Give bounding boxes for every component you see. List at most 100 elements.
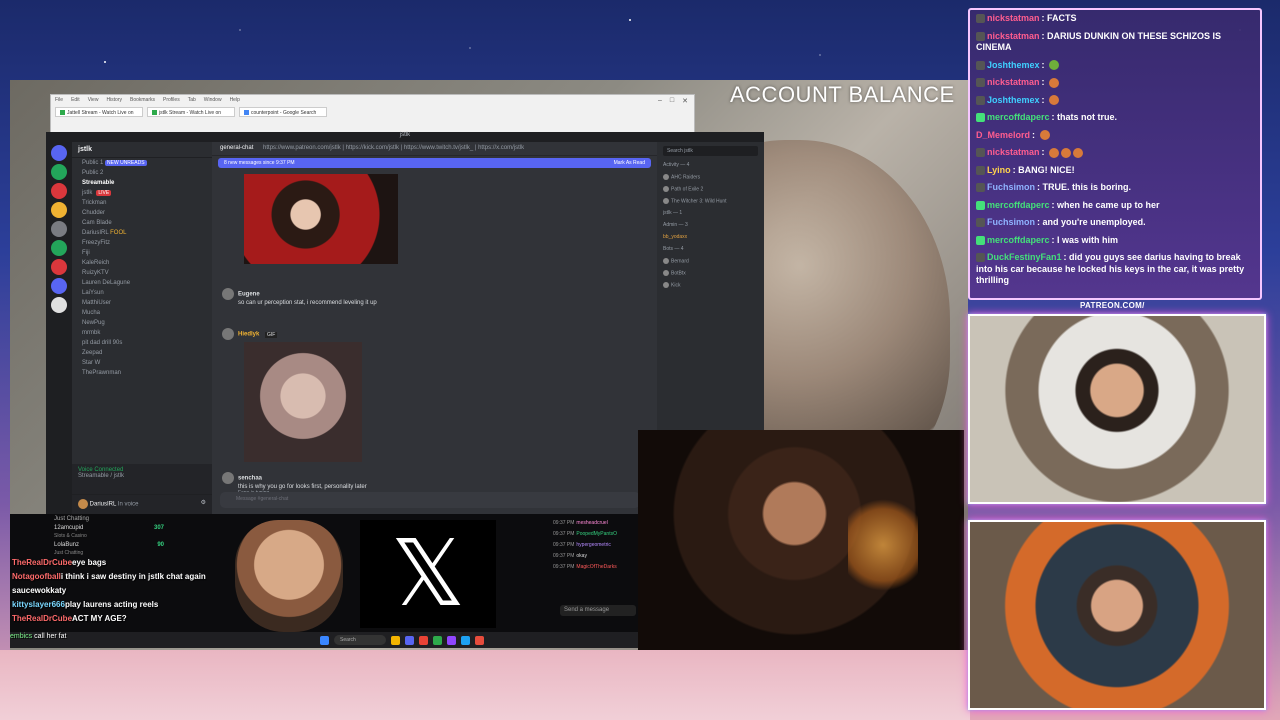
menu-item[interactable]: Edit	[71, 97, 80, 103]
new-unreads-badge[interactable]: NEW UNREADS	[105, 160, 147, 166]
sub-badge-icon	[976, 113, 985, 123]
kick-icon[interactable]	[433, 635, 442, 645]
chat-user: Notagoofball	[12, 572, 61, 581]
bottom-chat-line: embics call her fat	[10, 633, 66, 640]
voice-user[interactable]: jstlk LIVE	[72, 188, 212, 198]
app-icon[interactable]	[475, 635, 484, 645]
menu-item[interactable]: Bookmarks	[130, 97, 155, 103]
x-logo-icon: 𝕏	[360, 520, 496, 628]
minimize-icon[interactable]: –	[658, 97, 662, 105]
voice-user[interactable]: Trickman	[72, 198, 212, 208]
voice-user[interactable]: Chudder	[72, 208, 212, 218]
browser-tab[interactable]: counterpoint - Google Search	[239, 107, 327, 117]
channel-item[interactable]: Streamable	[72, 178, 212, 188]
stream-chat-line: TheRealDrCubeACT MY AGE?	[12, 614, 342, 628]
close-icon[interactable]: ✕	[682, 97, 688, 105]
voice-user[interactable]: KaleReich	[72, 258, 212, 268]
voice-user[interactable]: pit dad drill 90s	[72, 338, 212, 348]
member-section: Bots — 4	[663, 246, 684, 252]
avatar[interactable]	[78, 499, 88, 509]
chat-gif[interactable]	[244, 342, 362, 462]
sub-badge-icon	[976, 95, 985, 105]
chat-area: general-chat https://www.patreon.com/jst…	[212, 142, 657, 514]
server-icon[interactable]	[51, 240, 67, 256]
taskbar-search[interactable]: Search	[334, 635, 386, 645]
search-input[interactable]: Search jstlk	[663, 146, 758, 156]
server-icon[interactable]	[51, 221, 67, 237]
menu-item[interactable]: Profiles	[163, 97, 180, 103]
folder-icon[interactable]	[391, 635, 400, 645]
lamp-light	[848, 490, 918, 600]
voice-user[interactable]: Mucha	[72, 308, 212, 318]
chat-image[interactable]	[244, 174, 398, 264]
voice-user[interactable]: ThePrawnman	[72, 368, 212, 378]
maximize-icon[interactable]: □	[670, 97, 674, 105]
server-icon[interactable]	[51, 259, 67, 275]
app-icon[interactable]	[461, 635, 470, 645]
sub-badge-icon	[976, 78, 985, 88]
avatar[interactable]	[222, 328, 234, 340]
mark-as-read-button[interactable]: Mark As Read	[614, 160, 645, 166]
menu-item[interactable]: History	[106, 97, 122, 103]
channel-item[interactable]: Public 2	[72, 168, 212, 178]
server-icon[interactable]	[51, 164, 67, 180]
menu-item[interactable]: File	[55, 97, 63, 103]
message-input[interactable]: Message #general-chat	[220, 492, 640, 508]
server-icon[interactable]	[51, 297, 67, 313]
twitch-icon[interactable]	[447, 635, 456, 645]
voice-user[interactable]: LaiYsun	[72, 288, 212, 298]
member-item[interactable]: Kick	[663, 282, 758, 291]
message-author[interactable]: senchaa	[238, 476, 262, 482]
menu-item[interactable]: Help	[230, 97, 240, 103]
discord-icon[interactable]	[405, 635, 414, 645]
chrome-icon[interactable]	[419, 635, 428, 645]
member-item[interactable]: AHC Raiders	[663, 174, 758, 183]
username: DariusIRL	[89, 501, 117, 508]
server-icon[interactable]	[51, 202, 67, 218]
send-message-input[interactable]: Send a message	[560, 605, 636, 616]
browser-tab[interactable]: Jattell Stream - Watch Live on	[55, 107, 143, 117]
stream-chat-line: saucewokkaty	[12, 586, 342, 600]
voice-user[interactable]: RuizyKTV	[72, 268, 212, 278]
chat-user: mercoffdaperc	[987, 199, 1050, 210]
voice-user[interactable]: MatthiUser	[72, 298, 212, 308]
voice-user[interactable]: Fiji	[72, 248, 212, 258]
sub-badge-icon	[976, 200, 985, 210]
message-author[interactable]: Eugene	[238, 292, 260, 298]
new-messages-bar[interactable]: 8 new messages since 9:37 PM Mark As Rea…	[218, 158, 651, 168]
menu-item[interactable]: Tab	[188, 97, 196, 103]
chat-line: Lyino: BANG! NICE!	[976, 162, 1254, 180]
avatar[interactable]	[222, 472, 234, 484]
webcam-guest	[638, 430, 964, 650]
menu-item[interactable]: Window	[204, 97, 222, 103]
browser-tab[interactable]: jstlk Stream - Watch Live on	[147, 107, 235, 117]
server-icon[interactable]	[51, 183, 67, 199]
server-icon[interactable]	[51, 145, 67, 161]
patreon-label: PATREON.COM/	[1080, 301, 1145, 310]
server-icon[interactable]	[51, 278, 67, 294]
avatar[interactable]	[222, 288, 234, 300]
channel-sidebar: jstlk Public 1 NEW UNREADS Public 2 Stre…	[72, 142, 212, 514]
chat-user: saucewokka	[12, 586, 60, 595]
voice-user[interactable]: Star W	[72, 358, 212, 368]
voice-user[interactable]: NewPug	[72, 318, 212, 328]
member-item[interactable]: The Witcher 3: Wild Hunt	[663, 198, 758, 207]
member-item[interactable]: BotBtx	[663, 270, 758, 279]
settings-icon[interactable]: ⚙	[201, 499, 206, 506]
leaderboard-sub: Just Chatting	[54, 550, 84, 556]
server-name[interactable]: jstlk	[72, 142, 212, 158]
member-item[interactable]: bb_yodaxx	[663, 234, 758, 243]
voice-user[interactable]: mrmbk	[72, 328, 212, 338]
windows-start-icon[interactable]	[320, 635, 329, 645]
voice-user[interactable]: DariusIRL FOOL	[72, 228, 212, 238]
member-item[interactable]: Bernard	[663, 258, 758, 267]
voice-user[interactable]: Lauren DeLagune	[72, 278, 212, 288]
member-label: Path of Exile 2	[671, 186, 704, 193]
menu-item[interactable]: View	[88, 97, 99, 103]
member-item[interactable]: Path of Exile 2	[663, 186, 758, 195]
voice-user[interactable]: Cam Blade	[72, 218, 212, 228]
message-author[interactable]: Hiedlyk	[238, 332, 259, 338]
channel-item[interactable]: Public 1 NEW UNREADS	[72, 158, 212, 168]
voice-user[interactable]: Zeepad	[72, 348, 212, 358]
voice-user[interactable]: FreezyFitz	[72, 238, 212, 248]
